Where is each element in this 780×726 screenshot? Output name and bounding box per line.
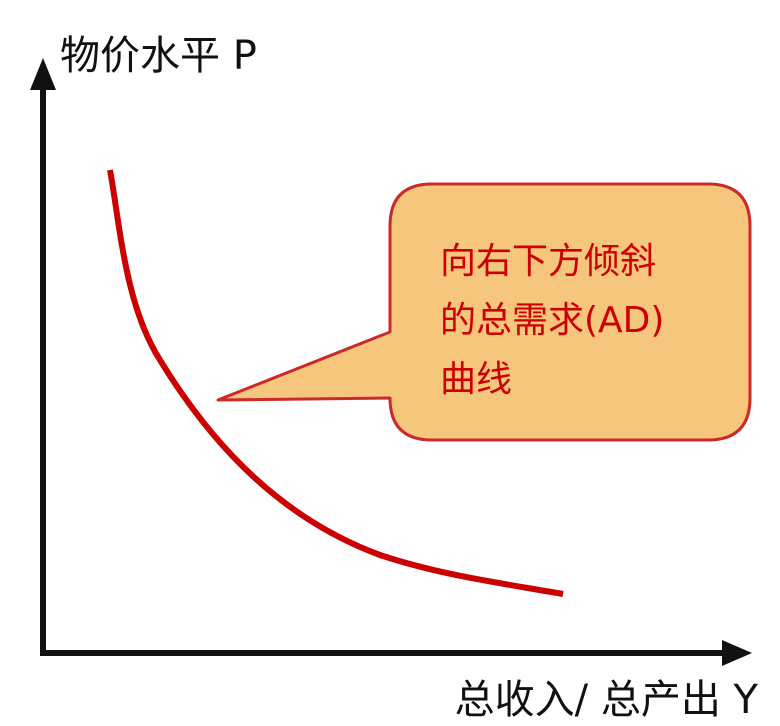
x-axis-label: 总收入/ 总产出 Y [454,677,758,723]
callout-line-2: 的总需求(AD) [440,300,665,341]
x-axis-arrow [722,640,752,666]
callout-text: 向右下方倾斜 的总需求(AD) 曲线 [440,232,664,409]
callout-line-3: 曲线 [440,359,513,400]
y-axis-label: 物价水平 P [60,33,257,79]
y-axis-arrow [30,58,56,90]
callout-line-1: 向右下方倾斜 [440,241,657,282]
